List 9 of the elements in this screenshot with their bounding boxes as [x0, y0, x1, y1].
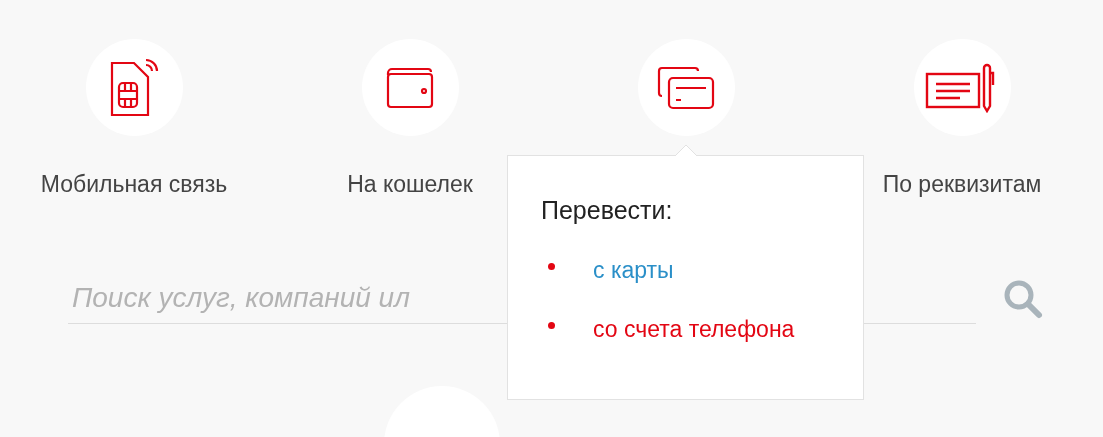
bullet-icon [548, 321, 555, 329]
service-label[interactable]: На кошелек [347, 169, 473, 199]
transfer-link[interactable]: со счета телефона [593, 314, 795, 344]
service-label[interactable]: Мобильная связь [40, 169, 228, 199]
bullet-icon [548, 262, 555, 270]
popover-title: Перевести: [541, 195, 674, 226]
service-label[interactable]: По реквизитам [882, 169, 1042, 199]
sim-card-icon [108, 56, 160, 119]
transfer-link[interactable]: с карты [593, 255, 674, 285]
